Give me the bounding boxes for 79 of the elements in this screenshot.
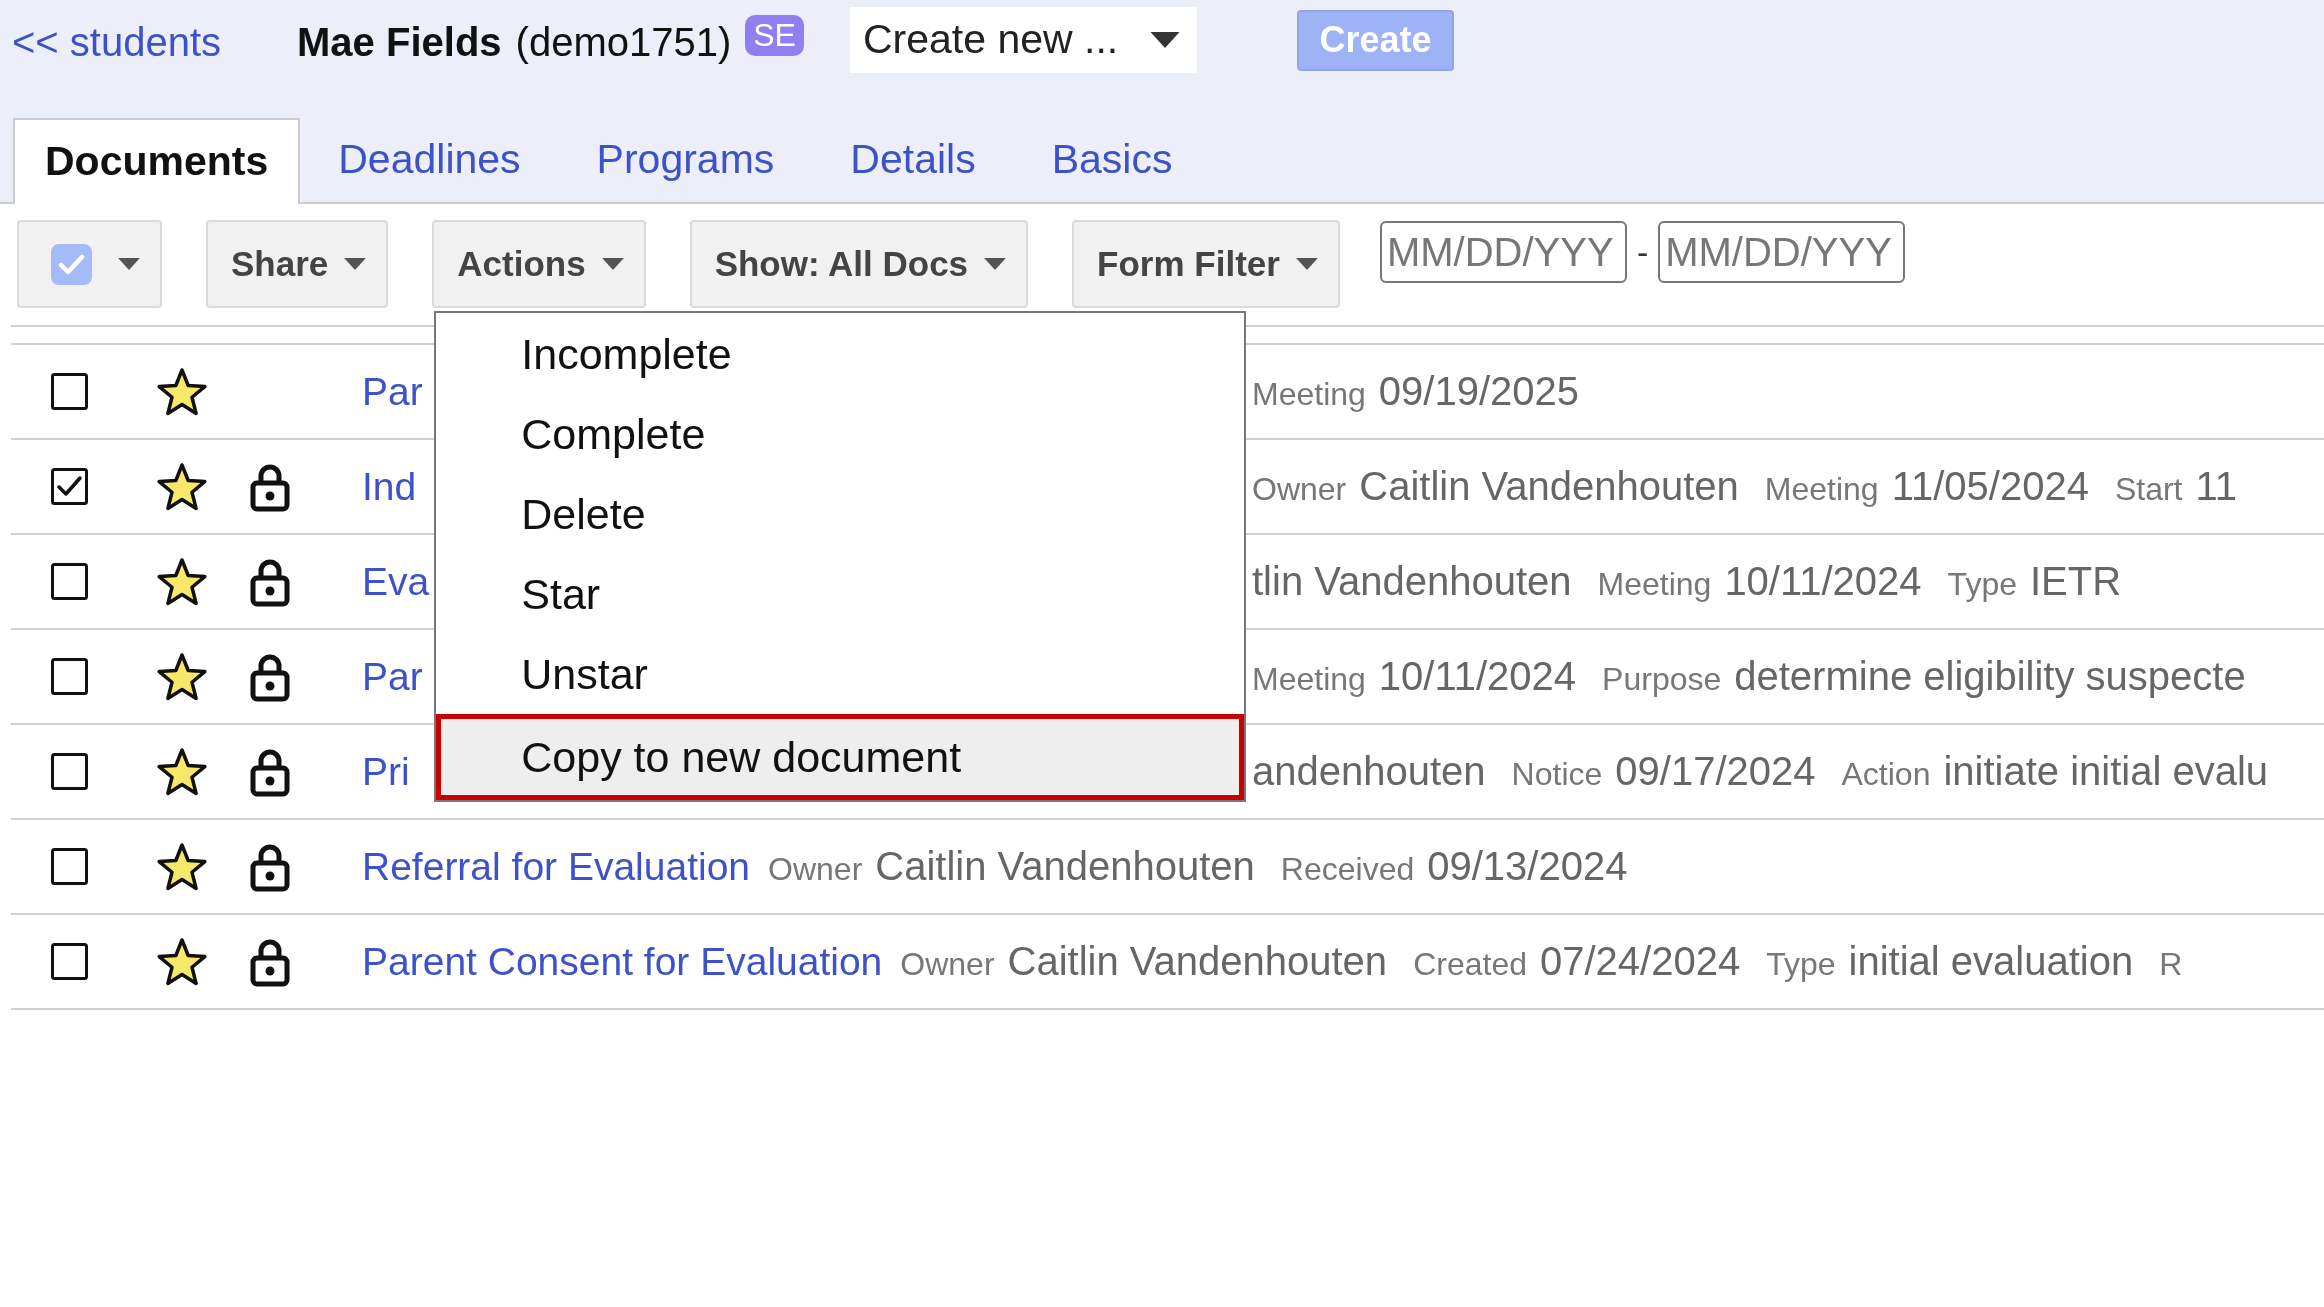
field-value: initial evaluation	[1848, 938, 2134, 986]
document-link[interactable]: Pri	[362, 743, 410, 802]
dropdown-button[interactable]: Share	[206, 220, 389, 308]
field-label: Meeting	[1252, 660, 1366, 700]
document-link[interactable]: Ind	[362, 458, 417, 517]
star-icon[interactable]	[156, 746, 208, 797]
field-label: Owner	[768, 850, 863, 890]
field-value: tlin Vandenhouten	[1252, 558, 1572, 606]
field-label: Meeting	[1252, 375, 1366, 415]
field-label: Type	[1766, 945, 1836, 985]
checkbox[interactable]	[51, 658, 88, 695]
checkbox[interactable]	[51, 848, 88, 885]
field-label: Action	[1841, 755, 1931, 795]
document-link[interactable]: Par	[362, 648, 423, 707]
field-value: 10/11/2024	[1724, 558, 1922, 606]
dropdown-button[interactable]: Show: All Docs	[689, 220, 1029, 308]
caret-icon	[118, 258, 140, 270]
program-badge: SE	[745, 14, 804, 56]
tab[interactable]: Programs	[558, 118, 813, 202]
document-link[interactable]: Referral for Evaluation	[362, 838, 751, 897]
checkbox[interactable]	[51, 563, 88, 600]
caret-icon	[1148, 32, 1181, 48]
star-icon[interactable]	[156, 936, 208, 987]
field-label: Owner	[1252, 470, 1347, 510]
date-field[interactable]: MM/DD/YYY	[1379, 221, 1627, 283]
checkbox[interactable]	[51, 468, 88, 505]
date-field[interactable]: MM/DD/YYY	[1658, 221, 1906, 283]
star-icon[interactable]	[156, 556, 208, 607]
field-value: 07/24/2024	[1539, 938, 1741, 986]
date-separator: -	[1636, 231, 1649, 273]
field-value: Caitlin Vandenhouten	[1359, 463, 1739, 511]
tab[interactable]: Basics	[1013, 118, 1211, 202]
field-label: Purpose	[1602, 660, 1722, 700]
dropdown-button[interactable]: Form Filter	[1072, 220, 1340, 308]
tab[interactable]: Deadlines	[300, 118, 559, 202]
back-link[interactable]: << students	[12, 12, 222, 72]
tab[interactable]: Documents	[13, 118, 301, 204]
checkbox[interactable]	[51, 753, 88, 790]
field-value: 10/11/2024	[1378, 653, 1577, 701]
field-value: IETR	[2030, 558, 2122, 606]
document-link[interactable]: Eva	[362, 553, 430, 612]
field-label: Meeting	[1764, 470, 1879, 510]
field-label: Created	[1413, 945, 1527, 985]
field-label: Start	[2114, 470, 2183, 510]
caret-icon	[601, 258, 624, 270]
document-link[interactable]: Parent Consent for Evaluation	[362, 933, 883, 992]
field-value: determine eligibility suspecte	[1734, 653, 2246, 701]
field-label: Type	[1947, 565, 2017, 605]
student-id: (demo1751)	[515, 19, 732, 66]
star-icon[interactable]	[156, 461, 208, 512]
checkbox[interactable]	[51, 943, 88, 980]
field-value: initiate initial evalu	[1943, 748, 2269, 796]
star-icon[interactable]	[156, 841, 208, 892]
star-icon[interactable]	[156, 651, 208, 702]
field-value: 11/05/2024	[1891, 463, 2089, 511]
field-label: R	[2159, 945, 2183, 985]
field-value: Caitlin Vandenhouten	[1007, 938, 1388, 986]
checkbox[interactable]	[51, 243, 92, 285]
dropdown-button[interactable]: Actions	[432, 220, 646, 308]
field-value: 09/13/2024	[1427, 843, 1628, 891]
document-link[interactable]: Par	[362, 363, 423, 422]
caret-icon	[1295, 258, 1318, 270]
create-select[interactable]: Create new ...	[849, 7, 1197, 73]
caret-icon	[984, 258, 1007, 270]
field-value: andenhouten	[1252, 748, 1486, 796]
student-name: Mae Fields	[297, 19, 502, 66]
checkbox[interactable]	[51, 373, 88, 410]
field-value: 11	[2195, 463, 2237, 511]
field-value: 09/17/2024	[1615, 748, 1816, 796]
field-label: Owner	[900, 945, 995, 985]
star-icon[interactable]	[156, 366, 208, 417]
field-label: Notice	[1511, 755, 1603, 795]
field-value: 09/19/2025	[1378, 368, 1580, 416]
menu-item[interactable]: Copy to new document	[436, 714, 1245, 800]
field-value: Caitlin Vandenhouten	[875, 843, 1255, 891]
tab[interactable]: Details	[812, 118, 1014, 202]
field-label: Meeting	[1597, 565, 1712, 605]
caret-icon	[344, 258, 367, 270]
field-label: Received	[1280, 850, 1415, 890]
